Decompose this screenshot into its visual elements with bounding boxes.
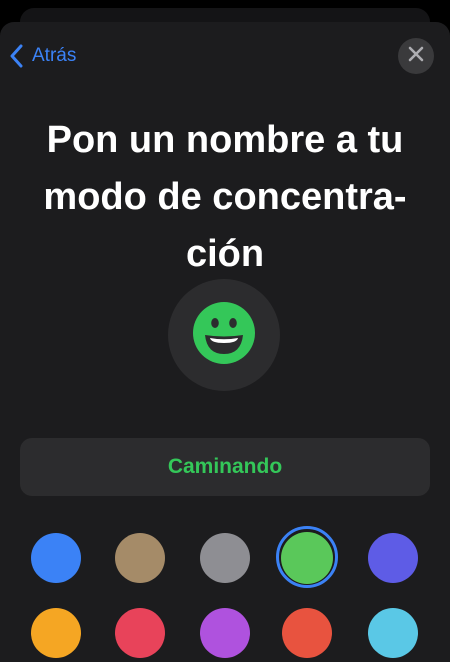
color-swatch-purple[interactable] [200,608,250,658]
color-swatch-indigo[interactable] [368,533,418,583]
color-swatch-blue[interactable] [31,533,81,583]
back-button[interactable]: Atrás [10,40,76,72]
color-swatch-green[interactable] [281,532,333,584]
color-swatch-gray[interactable] [200,533,250,583]
back-label: Atrás [32,45,77,66]
grinning-face-icon [193,301,255,369]
page-title: Pon un nombre a tu modo de concentra- ci… [43,119,407,275]
focus-icon-button[interactable] [168,279,280,391]
chevron-left-icon [10,44,24,68]
close-icon [408,46,424,67]
close-button[interactable] [398,38,434,74]
focus-name-field[interactable]: Caminando [20,438,430,496]
color-swatch-cyan[interactable] [368,608,418,658]
color-swatch-orange[interactable] [31,608,81,658]
color-swatch-red[interactable] [115,608,165,658]
color-swatch-tan[interactable] [115,533,165,583]
color-swatch-coral[interactable] [282,608,332,658]
